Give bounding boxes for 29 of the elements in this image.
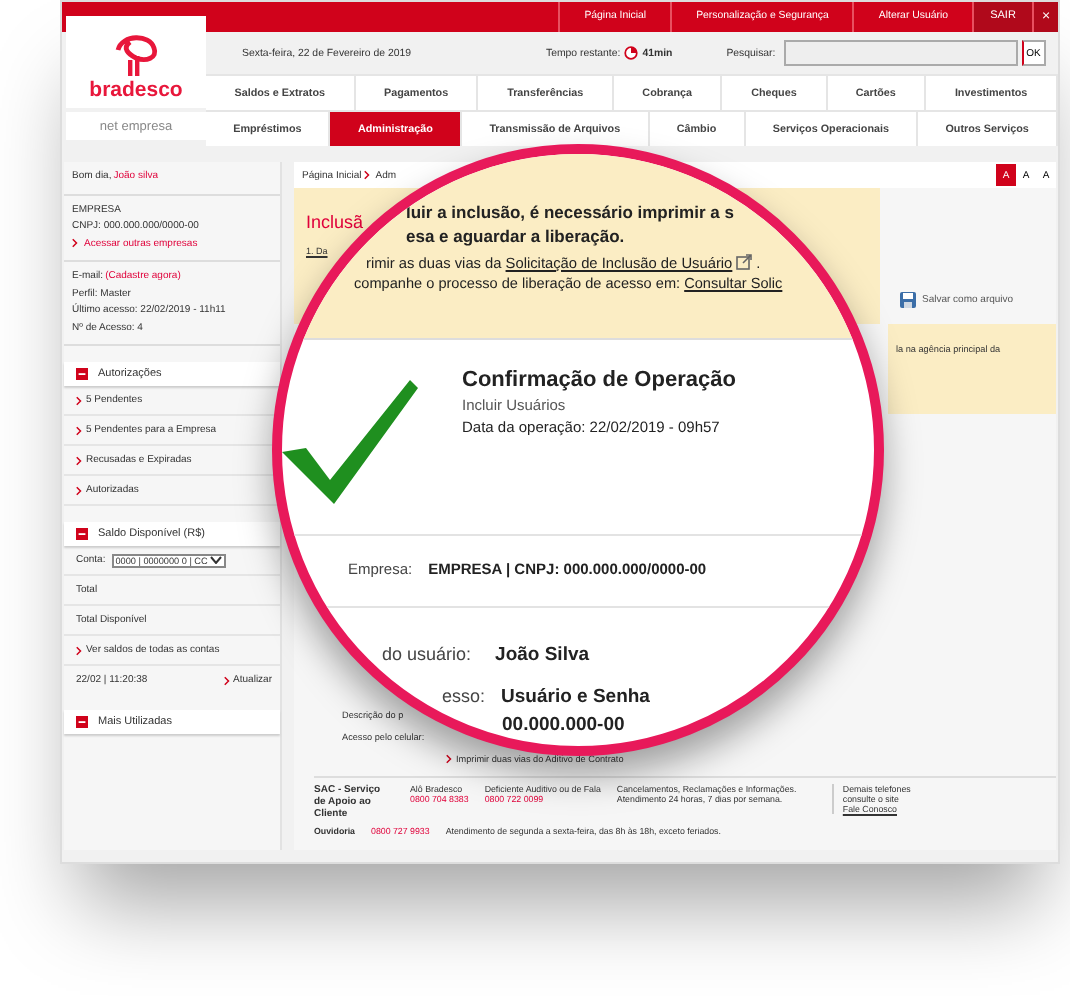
clock-icon xyxy=(624,46,639,61)
collapse-icon xyxy=(76,716,88,728)
field-label: do usuário: xyxy=(382,644,472,664)
chevron-icon xyxy=(363,170,370,180)
brand-name: bradesco xyxy=(89,78,183,102)
field-value: João Silva xyxy=(495,644,590,666)
chevron-icon xyxy=(76,425,82,435)
checkmark-icon xyxy=(282,376,418,504)
page-title: Inclusã xyxy=(306,212,364,232)
chevron-icon xyxy=(446,754,452,764)
field-label: esso: xyxy=(442,686,486,706)
search-field[interactable] xyxy=(783,40,1018,67)
collapse-icon xyxy=(76,368,88,380)
tree-logo-icon xyxy=(110,30,162,78)
phone-value: 00.000.000-00 xyxy=(502,714,627,736)
external-link-icon xyxy=(736,254,753,270)
field-value: Usuário e Senha xyxy=(501,686,650,708)
collapse-icon xyxy=(76,528,88,540)
chevron-icon xyxy=(76,455,82,465)
chevron-icon xyxy=(72,238,78,249)
notice-text: esa e aguardar a liberação. xyxy=(406,226,627,250)
floppy-icon xyxy=(900,292,916,308)
chevron-icon xyxy=(76,645,82,655)
chevron-icon xyxy=(76,485,82,495)
confirmation-title: Confirmação de Operação xyxy=(462,368,736,392)
chevron-icon xyxy=(76,395,82,405)
dropdown-icon xyxy=(209,556,222,564)
chevron-icon xyxy=(223,675,230,685)
notice-text: luir a inclusão, é necessário imprimir a s xyxy=(406,202,736,226)
